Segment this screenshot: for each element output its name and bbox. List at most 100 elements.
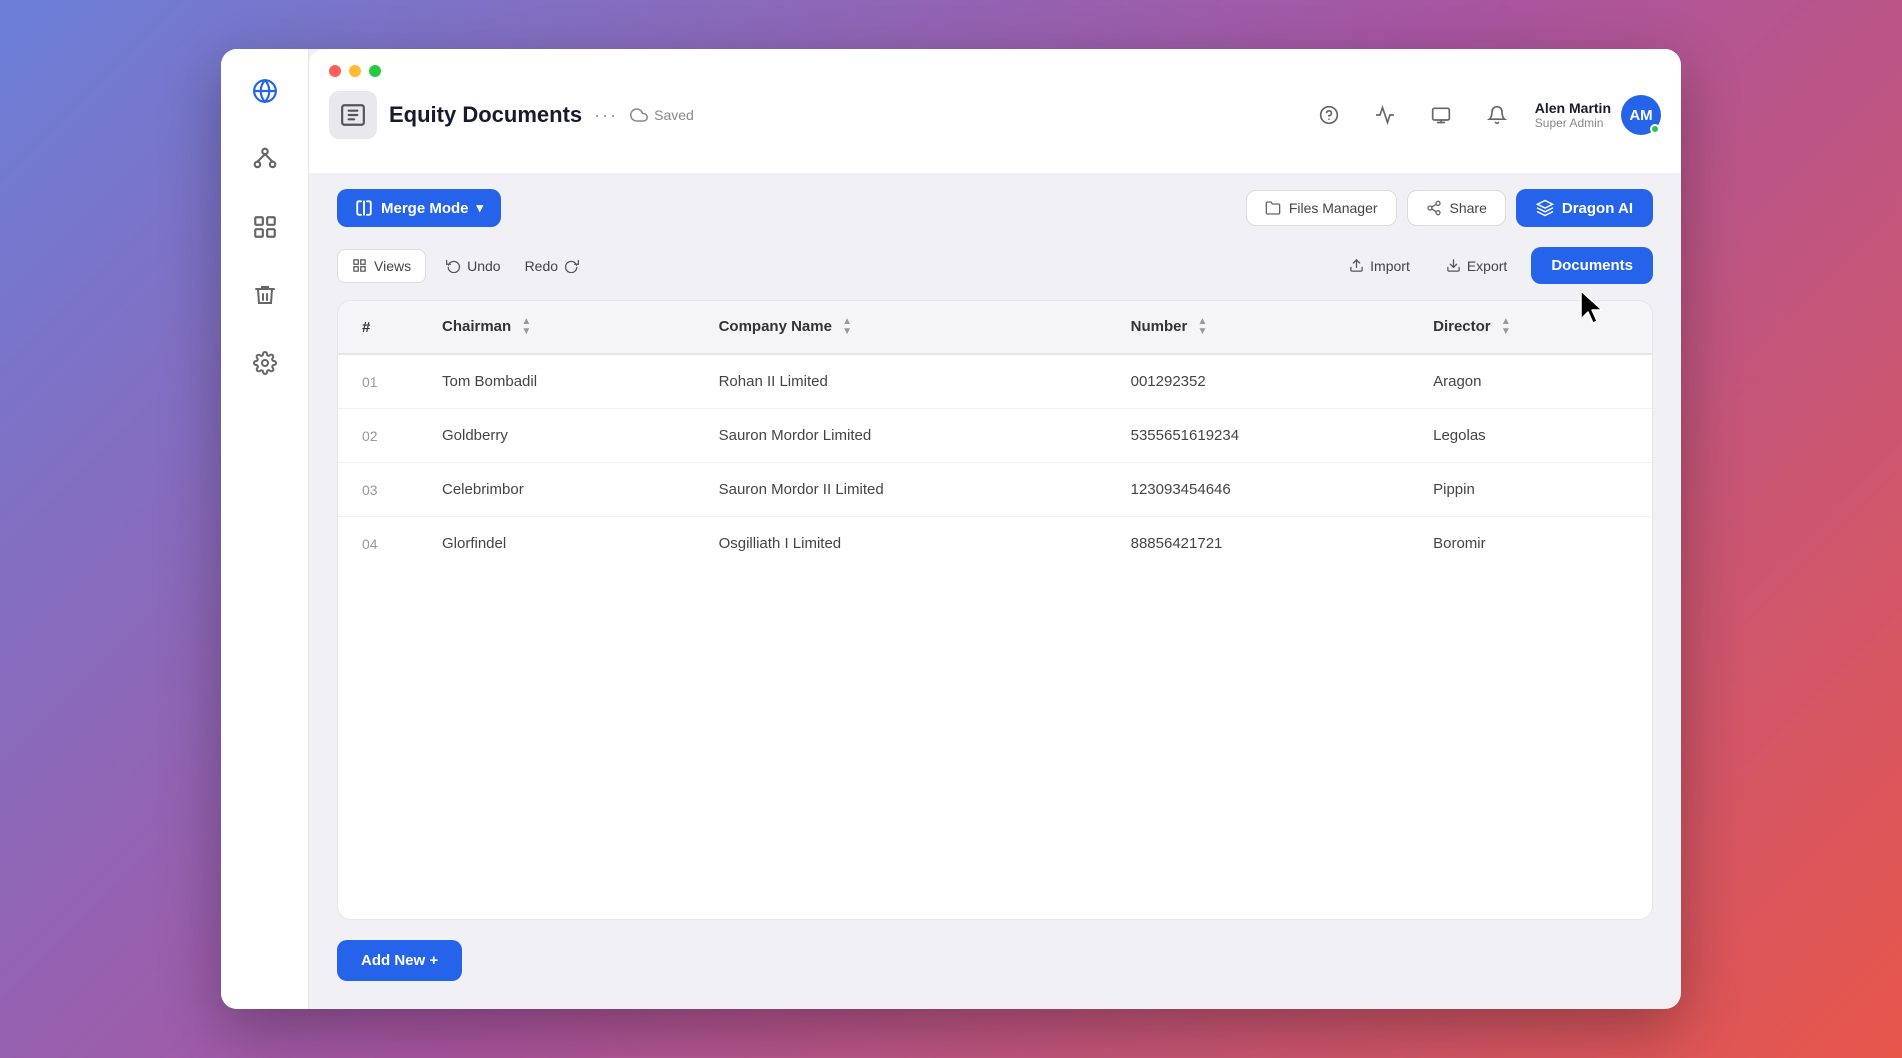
doc-icon	[329, 91, 377, 139]
page-body: Merge Mode ▾ Files Manager	[309, 173, 1681, 1009]
screen-button[interactable]	[1423, 97, 1459, 133]
col-header-company[interactable]: Company Name ▲▼	[695, 301, 1107, 354]
avatar-initials: AM	[1629, 107, 1652, 124]
share-button[interactable]: Share	[1407, 190, 1506, 226]
table-row: 01 Tom Bombadil Rohan II Limited 0012923…	[338, 354, 1652, 409]
online-indicator	[1650, 124, 1660, 134]
help-button[interactable]	[1311, 97, 1347, 133]
main-content: Equity Documents ··· Saved	[309, 49, 1681, 1009]
merge-mode-label: Merge Mode	[381, 200, 469, 217]
window-chrome: Equity Documents ··· Saved	[309, 49, 1681, 173]
table-header-row: # Chairman ▲▼ Company Name ▲▼ Number	[338, 301, 1652, 354]
page-title: Equity Documents	[389, 102, 582, 128]
save-status: Saved	[630, 106, 694, 124]
share-label: Share	[1450, 200, 1487, 216]
sidebar-item-settings[interactable]	[243, 341, 287, 385]
cloud-icon	[630, 106, 648, 124]
sidebar-item-nodes[interactable]	[243, 137, 287, 181]
files-manager-label: Files Manager	[1289, 200, 1378, 216]
export-button[interactable]: Export	[1434, 250, 1519, 282]
merge-mode-button[interactable]: Merge Mode ▾	[337, 189, 501, 227]
export-icon	[1446, 258, 1461, 273]
header-more-button[interactable]: ···	[594, 105, 618, 126]
table: # Chairman ▲▼ Company Name ▲▼ Number	[338, 301, 1652, 570]
sort-icon-chairman: ▲▼	[521, 317, 531, 337]
data-table: # Chairman ▲▼ Company Name ▲▼ Number	[337, 300, 1653, 920]
sort-icon-company: ▲▼	[842, 317, 852, 337]
col-header-director[interactable]: Director ▲▼	[1409, 301, 1652, 354]
dragon-icon	[1536, 199, 1554, 217]
app-header: Equity Documents ··· Saved	[329, 91, 1661, 139]
export-label: Export	[1467, 258, 1507, 274]
redo-label: Redo	[525, 258, 558, 274]
sort-icon-director: ▲▼	[1501, 317, 1511, 337]
cell-company: Sauron Mordor Limited	[695, 409, 1107, 463]
user-info: Alen Martin Super Admin AM	[1535, 95, 1661, 135]
cell-num: 02	[338, 409, 418, 463]
sidebar-item-trash[interactable]	[243, 273, 287, 317]
user-details: Alen Martin Super Admin	[1535, 100, 1611, 130]
documents-button[interactable]: Documents	[1531, 247, 1653, 284]
folder-icon	[1265, 200, 1281, 216]
table-row: 04 Glorfindel Osgilliath I Limited 88856…	[338, 517, 1652, 571]
dot-maximize[interactable]	[369, 65, 381, 77]
merge-icon	[355, 199, 373, 217]
cell-number: 88856421721	[1107, 517, 1410, 571]
add-new-button[interactable]: Add New +	[337, 940, 462, 981]
avatar[interactable]: AM	[1621, 95, 1661, 135]
col-header-num: #	[338, 301, 418, 354]
table-row: 03 Celebrimbor Sauron Mordor II Limited …	[338, 463, 1652, 517]
toolbar2-left: Views Undo Redo	[337, 249, 583, 283]
files-manager-button[interactable]: Files Manager	[1246, 190, 1397, 226]
user-role: Super Admin	[1535, 116, 1611, 130]
chevron-down-icon: ▾	[477, 200, 484, 216]
header-right: Alen Martin Super Admin AM	[1311, 95, 1661, 135]
cell-company: Rohan II Limited	[695, 354, 1107, 409]
undo-icon	[446, 258, 461, 273]
cell-num: 03	[338, 463, 418, 517]
cell-num: 01	[338, 354, 418, 409]
redo-button[interactable]: Redo	[521, 252, 583, 280]
header-left: Equity Documents ··· Saved	[329, 91, 694, 139]
cell-company: Sauron Mordor II Limited	[695, 463, 1107, 517]
sidebar	[221, 49, 309, 1009]
cell-company: Osgilliath I Limited	[695, 517, 1107, 571]
redo-icon	[564, 258, 579, 273]
col-header-number[interactable]: Number ▲▼	[1107, 301, 1410, 354]
import-label: Import	[1370, 258, 1410, 274]
cell-chairman: Celebrimbor	[418, 463, 695, 517]
cell-number: 001292352	[1107, 354, 1410, 409]
sort-icon-number: ▲▼	[1197, 317, 1207, 337]
cell-chairman: Tom Bombadil	[418, 354, 695, 409]
toolbar2-right: Import Export Documents	[1337, 247, 1653, 284]
dot-minimize[interactable]	[349, 65, 361, 77]
cell-number: 123093454646	[1107, 463, 1410, 517]
sidebar-item-globe[interactable]	[243, 69, 287, 113]
user-name: Alen Martin	[1535, 100, 1611, 116]
table-body: 01 Tom Bombadil Rohan II Limited 0012923…	[338, 354, 1652, 570]
activity-button[interactable]	[1367, 97, 1403, 133]
share-icon	[1426, 200, 1442, 216]
window-controls	[329, 65, 1661, 77]
cell-director: Aragon	[1409, 354, 1652, 409]
sidebar-item-grid[interactable]	[243, 205, 287, 249]
dot-close[interactable]	[329, 65, 341, 77]
dragon-ai-button[interactable]: Dragon AI	[1516, 189, 1653, 227]
table-row: 02 Goldberry Sauron Mordor Limited 53556…	[338, 409, 1652, 463]
views-button[interactable]: Views	[337, 249, 426, 283]
notification-button[interactable]	[1479, 97, 1515, 133]
cell-director: Pippin	[1409, 463, 1652, 517]
toolbar-right: Files Manager Share	[1246, 189, 1653, 227]
import-button[interactable]: Import	[1337, 250, 1422, 282]
documents-label: Documents	[1551, 257, 1633, 274]
toolbar-left: Merge Mode ▾	[337, 189, 501, 227]
saved-label: Saved	[654, 107, 694, 123]
undo-label: Undo	[467, 258, 500, 274]
import-icon	[1349, 258, 1364, 273]
undo-button[interactable]: Undo	[442, 252, 504, 280]
cell-chairman: Goldberry	[418, 409, 695, 463]
cell-director: Boromir	[1409, 517, 1652, 571]
views-label: Views	[374, 258, 411, 274]
col-header-chairman[interactable]: Chairman ▲▼	[418, 301, 695, 354]
primary-toolbar: Merge Mode ▾ Files Manager	[337, 189, 1653, 227]
